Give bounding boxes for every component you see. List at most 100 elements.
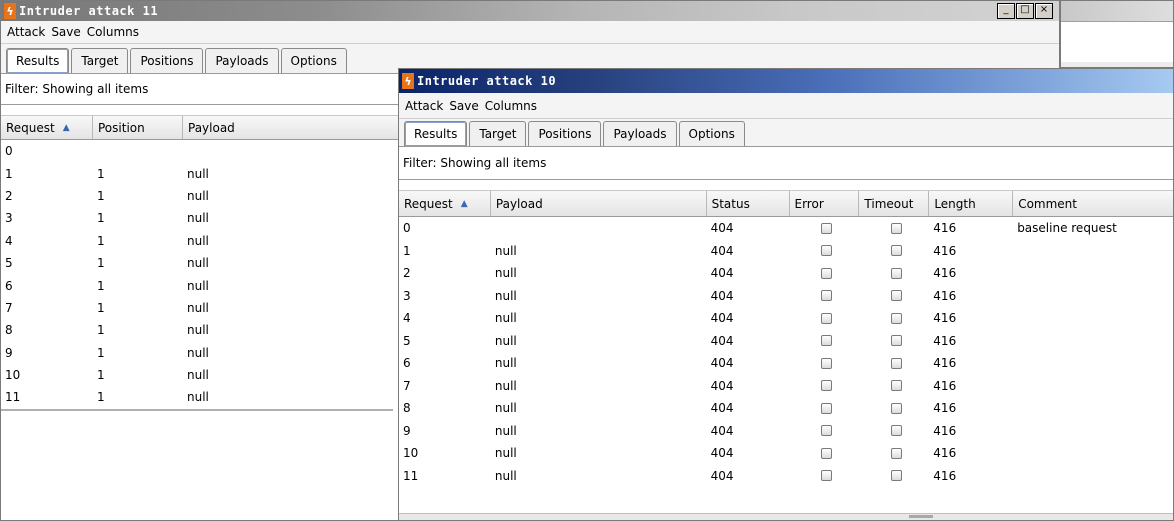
timeout-checkbox[interactable] — [890, 470, 902, 482]
table-row[interactable]: 6 1 null — [1, 274, 393, 296]
menu-attack[interactable]: Attack — [7, 25, 45, 39]
table-row[interactable]: 2 1 null — [1, 185, 393, 207]
error-checkbox[interactable] — [820, 447, 832, 459]
close-button[interactable]: × — [1035, 3, 1053, 19]
table-row[interactable]: 3 1 null — [1, 207, 393, 229]
error-checkbox[interactable] — [820, 335, 832, 347]
title-bar[interactable]: ϟ Intruder attack 11 _ □ × — [1, 1, 1059, 21]
maximize-button[interactable]: □ — [1016, 3, 1034, 19]
tab-positions[interactable]: Positions — [528, 121, 602, 146]
payload-cell: null — [494, 401, 517, 416]
intruder-attack-10-window[interactable]: ϟ Intruder attack 10 Attack Save Columns… — [398, 68, 1174, 521]
col-payload[interactable]: Payload — [491, 191, 707, 216]
background-window-fragment[interactable] — [1060, 0, 1174, 68]
table-row[interactable]: 11 1 null — [1, 386, 393, 408]
tab-options[interactable]: Options — [678, 121, 745, 146]
error-checkbox[interactable] — [820, 245, 832, 257]
table-row[interactable]: 5 null 404 416 — [399, 330, 1173, 353]
tab-options[interactable]: Options — [280, 48, 347, 73]
timeout-checkbox[interactable] — [890, 447, 902, 459]
timeout-checkbox[interactable] — [890, 312, 902, 324]
timeout-checkbox[interactable] — [890, 402, 902, 414]
error-checkbox[interactable] — [820, 290, 832, 302]
table-row[interactable]: 9 null 404 416 — [399, 420, 1173, 443]
filter-bar[interactable]: Filter: Showing all items — [399, 147, 1173, 180]
timeout-checkbox[interactable] — [890, 267, 902, 279]
position-cell: 1 — [97, 390, 105, 405]
table-row[interactable]: 8 1 null — [1, 319, 393, 341]
col-request[interactable]: Request ▲ — [399, 191, 491, 216]
request-cell: 9 — [403, 423, 411, 438]
horizontal-scrollbar[interactable] — [399, 513, 1173, 520]
minimize-button[interactable]: _ — [997, 3, 1015, 19]
col-request[interactable]: Request ▲ — [1, 116, 93, 139]
status-cell: 404 — [710, 356, 734, 371]
scrollbar-grip[interactable] — [909, 515, 933, 518]
col-comment[interactable]: Comment — [1013, 191, 1173, 216]
comment-cell: baseline request — [1017, 221, 1117, 236]
length-cell: 416 — [933, 266, 957, 281]
tab-target[interactable]: Target — [469, 121, 527, 146]
table-row[interactable]: 0 — [1, 140, 393, 162]
table-row[interactable]: 2 null 404 416 — [399, 262, 1173, 285]
timeout-checkbox[interactable] — [890, 245, 902, 257]
tab-payloads[interactable]: Payloads — [603, 121, 677, 146]
tab-payloads[interactable]: Payloads — [205, 48, 279, 73]
timeout-checkbox[interactable] — [890, 290, 902, 302]
table-row[interactable]: 0 404 416 baseline request — [399, 217, 1173, 240]
error-checkbox[interactable] — [820, 470, 832, 482]
status-cell: 404 — [710, 333, 734, 348]
timeout-checkbox[interactable] — [890, 380, 902, 392]
tab-results[interactable]: Results — [404, 121, 468, 146]
timeout-checkbox[interactable] — [890, 222, 902, 234]
status-cell: 404 — [710, 423, 734, 438]
menu-attack[interactable]: Attack — [405, 99, 443, 113]
error-checkbox[interactable] — [820, 425, 832, 437]
table-row[interactable]: 4 1 null — [1, 230, 393, 252]
table-row[interactable]: 9 1 null — [1, 342, 393, 364]
col-position[interactable]: Position — [93, 116, 183, 139]
menu-columns[interactable]: Columns — [87, 25, 139, 39]
status-cell: 404 — [710, 243, 734, 258]
error-checkbox[interactable] — [820, 312, 832, 324]
timeout-checkbox[interactable] — [890, 425, 902, 437]
menu-save[interactable]: Save — [449, 99, 478, 113]
length-cell: 416 — [933, 468, 957, 483]
menu-columns[interactable]: Columns — [485, 99, 537, 113]
timeout-checkbox[interactable] — [890, 357, 902, 369]
error-cell — [789, 425, 859, 437]
payload-cell: null — [187, 233, 209, 248]
table-row[interactable]: 6 null 404 416 — [399, 352, 1173, 375]
table-row[interactable]: 3 null 404 416 — [399, 285, 1173, 308]
title-bar[interactable]: ϟ Intruder attack 10 — [399, 69, 1173, 93]
error-checkbox[interactable] — [820, 402, 832, 414]
table-row[interactable]: 8 null 404 416 — [399, 397, 1173, 420]
tab-results[interactable]: Results — [6, 48, 70, 73]
error-checkbox[interactable] — [820, 380, 832, 392]
table-row[interactable]: 11 null 404 416 — [399, 465, 1173, 488]
col-length[interactable]: Length — [929, 191, 1014, 216]
table-row[interactable]: 7 null 404 416 — [399, 375, 1173, 398]
error-checkbox[interactable] — [820, 357, 832, 369]
timeout-checkbox[interactable] — [890, 335, 902, 347]
tab-target[interactable]: Target — [71, 48, 129, 73]
table-row[interactable]: 10 null 404 416 — [399, 442, 1173, 465]
col-timeout[interactable]: Timeout — [859, 191, 930, 216]
window-title: Intruder attack 10 — [417, 74, 557, 88]
error-checkbox[interactable] — [820, 267, 832, 279]
table-row[interactable]: 10 1 null — [1, 364, 393, 386]
request-cell: 8 — [5, 323, 13, 338]
error-checkbox[interactable] — [820, 222, 832, 234]
request-cell: 9 — [5, 345, 13, 360]
col-status[interactable]: Status — [707, 191, 790, 216]
menu-save[interactable]: Save — [51, 25, 80, 39]
table-row[interactable]: 7 1 null — [1, 297, 393, 319]
col-payload[interactable]: Payload — [183, 116, 393, 139]
col-error[interactable]: Error — [790, 191, 860, 216]
table-row[interactable]: 5 1 null — [1, 252, 393, 274]
table-row[interactable]: 1 1 null — [1, 162, 393, 184]
tab-positions[interactable]: Positions — [130, 48, 204, 73]
table-row[interactable]: 1 null 404 416 — [399, 240, 1173, 263]
payload-cell: null — [187, 278, 209, 293]
table-row[interactable]: 4 null 404 416 — [399, 307, 1173, 330]
